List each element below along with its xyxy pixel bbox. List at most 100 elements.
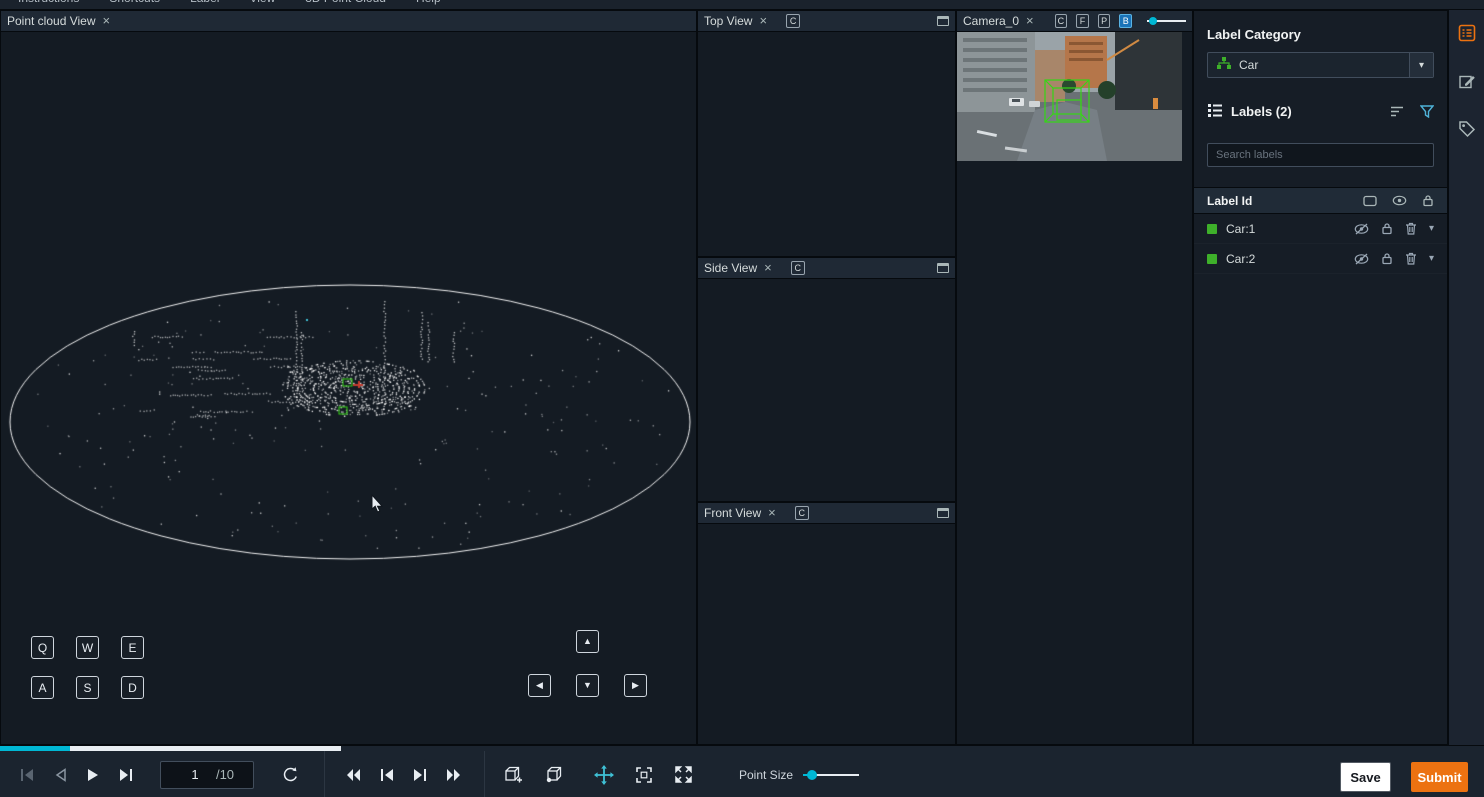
top-view-header: Top View × C	[698, 11, 955, 32]
pan-up-button[interactable]: ▲	[576, 630, 599, 653]
labels-sidebar: Label Category Car ▾ Labels (2)	[1193, 10, 1448, 745]
label-color-swatch	[1207, 224, 1217, 234]
close-icon[interactable]: ×	[103, 16, 111, 26]
top-view-viewport[interactable]	[698, 32, 955, 256]
close-icon[interactable]: ×	[759, 16, 767, 26]
lock-icon[interactable]	[1381, 252, 1393, 265]
camera-badge-f[interactable]: F	[1076, 14, 1089, 28]
point-size-slider[interactable]	[803, 769, 859, 781]
camera-image[interactable]	[957, 32, 1182, 161]
delete-icon[interactable]	[1405, 222, 1417, 235]
key-s[interactable]: S	[76, 676, 99, 699]
camera-badge-c[interactable]: C	[1055, 14, 1068, 28]
fit-frame-icon[interactable]	[635, 766, 653, 784]
camera-badge-b[interactable]: B	[1119, 14, 1132, 28]
camera-title: Camera_0	[963, 14, 1019, 28]
menu-instructions[interactable]: Instructions	[18, 0, 79, 5]
key-a[interactable]: A	[31, 676, 54, 699]
point-cloud-viewport[interactable]: Q W E A S D ▲ ◀ ▼ ▶	[1, 32, 696, 744]
camera-viewport[interactable]	[957, 32, 1192, 744]
previous-frame-button[interactable]	[53, 767, 68, 783]
loop-playback-icon[interactable]	[282, 766, 300, 783]
skip-forward-button[interactable]	[412, 768, 428, 782]
label-id-header-text: Label Id	[1207, 194, 1252, 208]
menu-view[interactable]: View	[249, 0, 275, 5]
fullscreen-icon[interactable]	[674, 765, 693, 784]
filter-icon[interactable]	[1420, 105, 1434, 118]
labels-header-row: Labels (2)	[1207, 102, 1434, 121]
submit-button[interactable]: Submit	[1411, 762, 1468, 792]
labels-panel-icon[interactable]	[1458, 24, 1476, 42]
delete-icon[interactable]	[1405, 252, 1417, 265]
close-icon[interactable]: ×	[1026, 16, 1034, 26]
front-view-viewport[interactable]	[698, 524, 955, 744]
slider-thumb[interactable]	[1149, 17, 1157, 25]
edit-panel-icon[interactable]	[1458, 72, 1476, 90]
rewind-button[interactable]	[345, 768, 362, 782]
menu-label[interactable]: Label	[190, 0, 219, 5]
lock-icon[interactable]	[1381, 222, 1393, 235]
play-button[interactable]	[85, 767, 100, 783]
camera-toggle-badge[interactable]: C	[791, 261, 805, 275]
pan-left-button[interactable]: ◀	[528, 674, 551, 697]
lock-all-icon[interactable]	[1422, 194, 1434, 207]
key-e[interactable]: E	[121, 636, 144, 659]
key-w[interactable]: W	[76, 636, 99, 659]
save-button[interactable]: Save	[1340, 762, 1391, 792]
search-labels-input[interactable]	[1207, 143, 1434, 167]
maximize-icon[interactable]	[937, 508, 949, 518]
maximize-icon[interactable]	[937, 16, 949, 26]
chevron-down-icon[interactable]: ▾	[1409, 53, 1433, 77]
pan-right-button[interactable]: ▶	[624, 674, 647, 697]
label-row-car-2[interactable]: Car:2 ▾	[1194, 244, 1447, 274]
tag-all-icon[interactable]	[1363, 195, 1377, 207]
divider	[324, 751, 325, 797]
labels-count-title: Labels (2)	[1231, 104, 1292, 119]
close-icon[interactable]: ×	[768, 508, 776, 518]
chevron-down-icon[interactable]: ▾	[1429, 223, 1434, 234]
menu-3d-point-cloud[interactable]: 3D Point Cloud	[305, 0, 386, 5]
key-d[interactable]: D	[121, 676, 144, 699]
camera-opacity-slider[interactable]	[1147, 16, 1186, 26]
mouse-cursor-icon	[371, 494, 385, 514]
arrow-left-icon: ◀	[536, 681, 543, 690]
close-icon[interactable]: ×	[764, 263, 772, 273]
label-color-swatch	[1207, 254, 1217, 264]
frame-number-input[interactable]	[174, 767, 216, 782]
front-view-panel: Front View × C	[697, 502, 956, 745]
visibility-off-icon[interactable]	[1354, 253, 1369, 265]
top-view-title: Top View	[704, 14, 752, 28]
menu-shortcuts[interactable]: Shortcuts	[109, 0, 160, 5]
skip-back-button[interactable]	[379, 768, 395, 782]
point-size-label: Point Size	[739, 768, 793, 782]
fast-forward-button[interactable]	[445, 768, 462, 782]
front-view-title: Front View	[704, 506, 761, 520]
slider-thumb[interactable]	[807, 770, 817, 780]
go-last-frame-button[interactable]	[117, 767, 134, 783]
camera-badge-p[interactable]: P	[1098, 14, 1111, 28]
go-first-frame-button[interactable]	[19, 767, 36, 783]
camera-toggle-badge[interactable]: C	[795, 506, 809, 520]
annotation-app: Instructions Shortcuts Label View 3D Poi…	[0, 0, 1484, 797]
chevron-down-icon[interactable]: ▾	[1429, 253, 1434, 264]
move-tool-icon[interactable]	[594, 765, 614, 785]
label-row-car-1[interactable]: Car:1 ▾	[1194, 214, 1447, 244]
point-cloud-panel-title: Point cloud View	[7, 14, 96, 28]
maximize-icon[interactable]	[937, 263, 949, 273]
pan-down-button[interactable]: ▼	[576, 674, 599, 697]
arrow-right-icon: ▶	[632, 681, 639, 690]
label-id-header: Label Id	[1194, 187, 1447, 214]
key-q[interactable]: Q	[31, 636, 54, 659]
add-cuboid-icon[interactable]	[504, 765, 524, 784]
label-category-dropdown[interactable]: Car ▾	[1207, 52, 1434, 78]
edit-cuboid-icon[interactable]	[544, 765, 564, 784]
labels-list-icon	[1207, 102, 1223, 121]
camera-toggle-badge[interactable]: C	[786, 14, 800, 28]
side-view-viewport[interactable]	[698, 279, 955, 501]
sort-icon[interactable]	[1390, 105, 1404, 118]
key-d-label: D	[128, 681, 137, 695]
tag-panel-icon[interactable]	[1458, 120, 1476, 138]
visibility-off-icon[interactable]	[1354, 223, 1369, 235]
visibility-all-icon[interactable]	[1392, 195, 1407, 206]
menu-help[interactable]: Help	[416, 0, 441, 5]
